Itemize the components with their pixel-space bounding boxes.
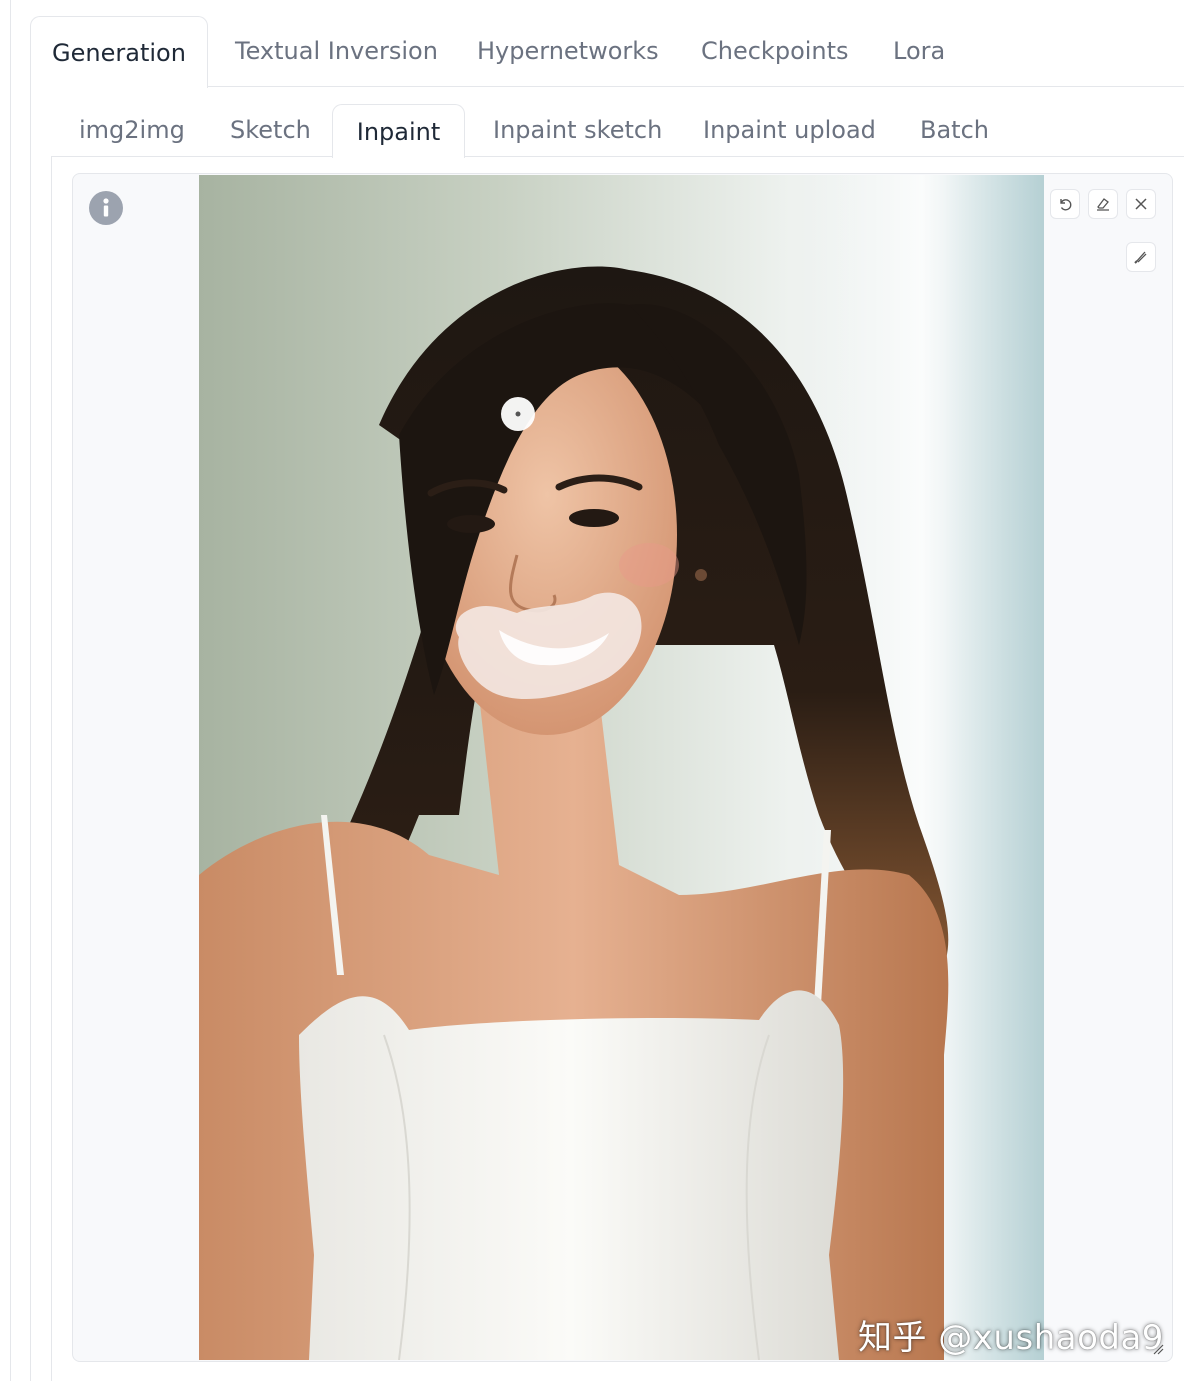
tab-generation[interactable]: Generation <box>30 16 208 88</box>
tab-img2img[interactable]: img2img <box>79 104 185 156</box>
brush-size-button[interactable] <box>1126 242 1156 272</box>
eraser-icon <box>1097 198 1109 211</box>
tab-inpaint[interactable]: Inpaint <box>332 104 465 158</box>
tab-textual-inversion[interactable]: Textual Inversion <box>235 16 438 86</box>
info-icon[interactable] <box>89 191 123 225</box>
tab-inpaint-sketch[interactable]: Inpaint sketch <box>493 104 662 156</box>
undo-icon <box>1060 199 1072 211</box>
tab-inpaint-upload[interactable]: Inpaint upload <box>703 104 876 156</box>
clear-mask-button[interactable] <box>1088 189 1118 219</box>
inpaint-canvas-editor[interactable]: 知乎 @xushaoda9 <box>72 173 1173 1362</box>
resize-handle-icon[interactable] <box>1152 1343 1164 1355</box>
tab-hypernetworks[interactable]: Hypernetworks <box>477 16 659 86</box>
tab-batch[interactable]: Batch <box>920 104 989 156</box>
inpaint-panel-border <box>51 156 52 1381</box>
main-tabs: Generation Textual Inversion Hypernetwor… <box>30 16 1184 88</box>
undo-button[interactable] <box>1050 189 1080 219</box>
source-image-canvas[interactable] <box>199 175 1044 1360</box>
page-left-border <box>10 0 11 1381</box>
brush-icon <box>1134 251 1147 264</box>
remove-image-button[interactable] <box>1126 189 1156 219</box>
tab-sketch[interactable]: Sketch <box>230 104 311 156</box>
watermark-text: 知乎 @xushaoda9 <box>858 1318 1164 1358</box>
tab-lora[interactable]: Lora <box>893 16 945 86</box>
close-icon <box>1135 198 1147 210</box>
generation-panel-border <box>30 86 31 1381</box>
tab-checkpoints[interactable]: Checkpoints <box>701 16 849 86</box>
img2img-mode-tabs: img2img Sketch Inpaint Inpaint sketch In… <box>51 104 1184 158</box>
